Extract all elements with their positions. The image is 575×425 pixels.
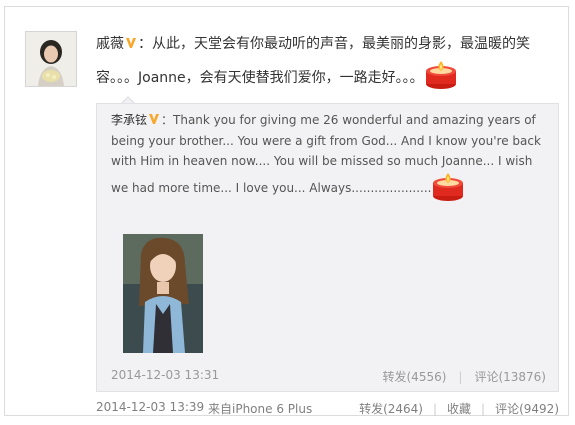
quoted-body: ：Thank you for giving me 26 wonderful an… bbox=[111, 113, 541, 195]
divider: | bbox=[481, 402, 486, 416]
quoted-photo[interactable] bbox=[123, 234, 203, 353]
verified-v-icon bbox=[126, 38, 136, 48]
post-actions: 转发(2464) | 收藏 | 评论(9492) bbox=[359, 400, 559, 417]
post-body: ：从此，天堂会有你最动听的声音，最美丽的身影，最温暖的笑容。。。Joanne，会… bbox=[96, 36, 530, 86]
post-timestamp[interactable]: 2014-12-03 13:39 bbox=[96, 400, 204, 414]
candle-emoji-icon bbox=[424, 60, 458, 102]
repost-button[interactable]: 转发(2464) bbox=[359, 402, 423, 416]
quoted-post: 李承铉 ：Thank you for giving me 26 wonderful… bbox=[96, 103, 559, 392]
divider: | bbox=[458, 370, 463, 384]
quoted-author-name[interactable]: 李承铉 bbox=[111, 113, 147, 127]
favorite-button[interactable]: 收藏 bbox=[447, 402, 471, 416]
quoted-text: 李承铉 ：Thank you for giving me 26 wonderful… bbox=[111, 110, 541, 208]
author-name[interactable]: 戚薇 bbox=[96, 36, 124, 52]
verified-v-icon bbox=[149, 114, 160, 124]
candle-emoji-icon bbox=[431, 172, 465, 209]
quoted-repost-button[interactable]: 转发(4556) bbox=[383, 370, 447, 384]
post-source[interactable]: 来自iPhone 6 Plus bbox=[208, 400, 312, 417]
weibo-post-card: 戚薇 ：从此，天堂会有你最动听的声音，最美丽的身影，最温暖的笑容。。。Joanne… bbox=[4, 6, 569, 416]
quoted-comment-button[interactable]: 评论(13876) bbox=[474, 370, 546, 384]
comment-button[interactable]: 评论(9492) bbox=[495, 402, 559, 416]
quoted-actions: 转发(4556) | 评论(13876) bbox=[383, 368, 547, 385]
divider: | bbox=[432, 402, 438, 416]
quoted-timestamp[interactable]: 2014-12-03 13:31 bbox=[111, 368, 219, 382]
post-text: 戚薇 ：从此，天堂会有你最动听的声音，最美丽的身影，最温暖的笑容。。。Joanne… bbox=[96, 29, 546, 102]
author-avatar[interactable] bbox=[25, 31, 77, 87]
